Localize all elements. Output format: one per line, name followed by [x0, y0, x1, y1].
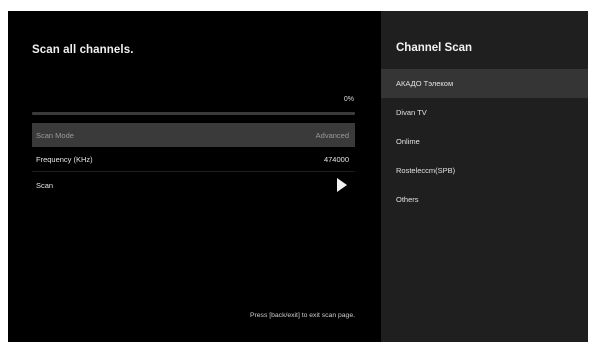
page-title: Scan all channels.	[32, 44, 134, 56]
scan-mode-label: Scan Mode	[36, 130, 74, 140]
scan-mode-value: Advanced	[315, 130, 349, 140]
channel-scan-panel: Channel Scan АКАДО Тэлеком Divan TV Onli…	[381, 11, 588, 342]
frequency-value: 474000	[323, 155, 349, 164]
frequency-label: Frequency (KHz)	[36, 155, 93, 164]
scan-main-area: Scan all channels. 0% Scan Mode Advanced…	[8, 11, 381, 342]
provider-list: АКАДО Тэлеком Divan TV Onlime Rosteleccm…	[381, 69, 588, 214]
panel-title: Channel Scan	[396, 42, 473, 54]
exit-hint: Press [back/exit] to exit scan page.	[249, 312, 355, 319]
provider-item-others[interactable]: Others	[381, 185, 588, 214]
provider-item-onlime[interactable]: Onlime	[381, 127, 588, 156]
progress-bar	[32, 112, 355, 115]
scan-row[interactable]: Scan	[32, 173, 355, 197]
tv-screen: Scan all channels. 0% Scan Mode Advanced…	[8, 11, 588, 342]
scan-label: Scan	[36, 180, 54, 190]
play-icon[interactable]	[337, 178, 347, 192]
scan-mode-row[interactable]: Scan Mode Advanced	[32, 123, 355, 147]
provider-item-akado[interactable]: АКАДО Тэлеком	[381, 69, 588, 98]
progress-percent: 0%	[343, 96, 354, 103]
provider-item-divan-tv[interactable]: Divan TV	[381, 98, 588, 127]
frequency-row[interactable]: Frequency (KHz) 474000	[32, 148, 355, 172]
provider-item-rostelecom-spb[interactable]: Rosteleccm(SPB)	[381, 156, 588, 185]
